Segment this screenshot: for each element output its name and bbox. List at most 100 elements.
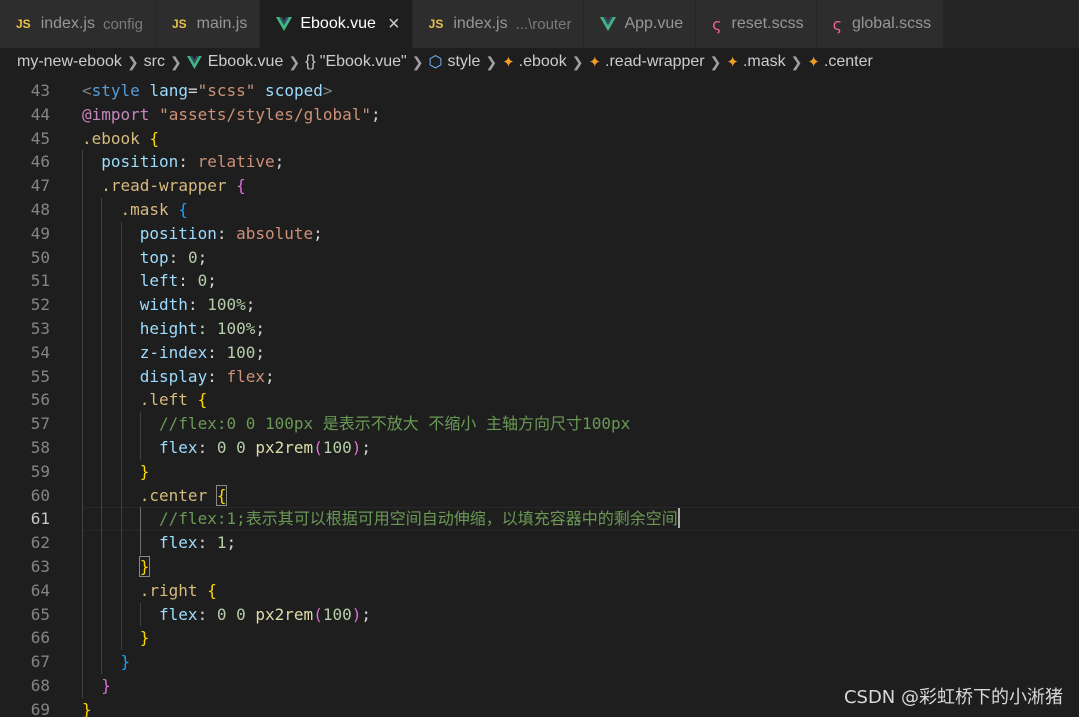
breadcrumb-item[interactable]: ⬡ style [428, 52, 480, 72]
breadcrumb-label: .ebook [518, 53, 567, 70]
code-token: .ebook [82, 128, 140, 148]
code-line[interactable]: 66} [0, 626, 1079, 651]
code-token: ; [226, 533, 237, 553]
tab-ebook-vue[interactable]: Ebook.vue × [260, 0, 413, 48]
code-token: ; [197, 247, 208, 267]
code-line[interactable]: 51 left: 0; [0, 269, 1079, 294]
code-line[interactable]: 58 flex: 0 0 px2rem(100); [0, 436, 1079, 460]
code-line[interactable]: 46 position: relative; [0, 150, 1079, 175]
code-line[interactable]: 55 display: flex; [0, 364, 1079, 389]
code-text: left: 0; [140, 269, 217, 293]
indent-guide [82, 245, 83, 270]
code-token: style [91, 81, 140, 100]
close-icon[interactable]: × [388, 14, 400, 34]
code-line[interactable]: 67} [0, 650, 1079, 674]
code-line[interactable]: 59} [0, 459, 1079, 484]
breadcrumb-item[interactable]: ✦ .mask [726, 53, 785, 71]
code-line[interactable]: 54 z-index: 100; [0, 340, 1079, 365]
indent-guide [120, 364, 122, 389]
indent-guide [82, 626, 83, 651]
tab-reset-scss[interactable]: ς reset.scss [696, 0, 817, 48]
code-editor[interactable]: 43 <style lang="scss" scoped> 44 @import "a… [0, 79, 1079, 717]
code-line[interactable]: 47 .read-wrapper { [0, 174, 1079, 198]
line-number: 61 [30, 509, 50, 529]
code-line[interactable]: 44 @import "assets/styles/global"; [0, 103, 1079, 127]
breadcrumb-item[interactable]: {} "Ebook.vue" [305, 53, 407, 71]
code-line[interactable]: 49 position: absolute; [0, 221, 1079, 246]
editor-tab-bar: JS index.js config JS main.js Ebook.vue × JS ind… [0, 0, 1079, 48]
code-token: { [207, 580, 217, 600]
code-token: px2rem [255, 438, 314, 457]
indent-guide [120, 388, 122, 413]
breadcrumb-item[interactable]: src [144, 53, 165, 71]
code-token: scoped [255, 81, 323, 100]
vue-icon [276, 17, 293, 31]
code-line[interactable]: 60 .center { [0, 483, 1079, 508]
tab-index-js[interactable]: JS index.js config [0, 0, 156, 48]
code-text: position: relative; [101, 150, 284, 174]
code-token: ( [313, 438, 323, 457]
code-line[interactable]: 48 .mask { [0, 198, 1079, 222]
code-line[interactable]: 43 <style lang="scss" scoped> [0, 79, 1079, 103]
code-text: } [82, 698, 92, 717]
code-line[interactable]: 61 //flex:1;表示其可以根据可用空间自动伸缩，以填充容器中的剩余空间 [0, 507, 1079, 532]
indent-guide [120, 269, 122, 294]
code-token: { [178, 200, 188, 219]
code-token: ; [274, 152, 285, 172]
line-number: 50 [30, 247, 50, 267]
line-number: 60 [30, 485, 50, 505]
code-token: z-index [139, 342, 208, 362]
code-token: ) [351, 604, 362, 624]
code-token: top [139, 247, 169, 267]
indent-guide [139, 412, 141, 436]
code-line[interactable]: 62 flex: 1; [0, 531, 1079, 555]
indent-guide [82, 198, 83, 222]
scss-icon: ς [832, 14, 842, 34]
code-line[interactable]: 57 //flex:0 0 100px 是表示不放大 不缩小 主轴方向尺寸100p… [0, 412, 1079, 436]
breadcrumb-item[interactable]: my-new-ebook [17, 53, 122, 71]
code-line[interactable]: 64 .right { [0, 578, 1079, 603]
indent-guide [82, 388, 83, 413]
code-token: ( [313, 604, 323, 624]
code-line[interactable]: 45 .ebook { [0, 127, 1079, 151]
code-token: 0 [187, 247, 198, 267]
code-line[interactable]: 56 .left { [0, 388, 1079, 413]
code-token: } [82, 699, 92, 717]
chevron-right-icon: ❯ [485, 53, 498, 70]
breadcrumb-item[interactable]: ✦ .read-wrapper [588, 53, 704, 71]
code-token: : [207, 366, 227, 386]
code-token: > [322, 81, 333, 100]
indent-guide [82, 412, 83, 436]
chevron-right-icon: ❯ [170, 53, 182, 70]
breadcrumb-label: "Ebook.vue" [319, 53, 407, 70]
indent-guide [120, 531, 122, 555]
tab-label: global.scss [851, 15, 932, 32]
chevron-right-icon: ❯ [288, 53, 301, 70]
tab-global-scss[interactable]: ς global.scss [816, 0, 945, 48]
code-line[interactable]: 63} [0, 555, 1079, 579]
indent-guide [101, 483, 103, 508]
tab-main-js[interactable]: JS main.js [155, 0, 261, 48]
code-text: display: flex; [140, 365, 275, 389]
indent-guide [82, 578, 83, 603]
line-number: 49 [30, 223, 50, 243]
breadcrumb-item[interactable]: ✦ .center [807, 53, 873, 71]
code-token: : [168, 247, 188, 267]
code-token: relative [197, 152, 275, 172]
code-line[interactable]: 53 height: 100%; [0, 317, 1079, 341]
line-number: 64 [30, 580, 50, 600]
indent-guide [101, 198, 103, 222]
code-line[interactable]: 52 width: 100%; [0, 293, 1079, 317]
code-text: flex: 0 0 px2rem(100); [159, 436, 371, 460]
tab-app-vue[interactable]: App.vue [584, 0, 697, 48]
code-line[interactable]: 65 flex: 0 0 px2rem(100); [0, 602, 1079, 627]
code-token: absolute [236, 223, 314, 243]
tab-index-js[interactable]: JS index.js ...\router [412, 0, 585, 48]
indent-guide [120, 626, 122, 651]
code-line[interactable]: 50 top: 0; [0, 245, 1079, 270]
breadcrumb-item[interactable]: Ebook.vue [186, 53, 283, 71]
breadcrumb-item[interactable]: ✦ .ebook [502, 53, 567, 71]
code-token: : [197, 533, 217, 553]
